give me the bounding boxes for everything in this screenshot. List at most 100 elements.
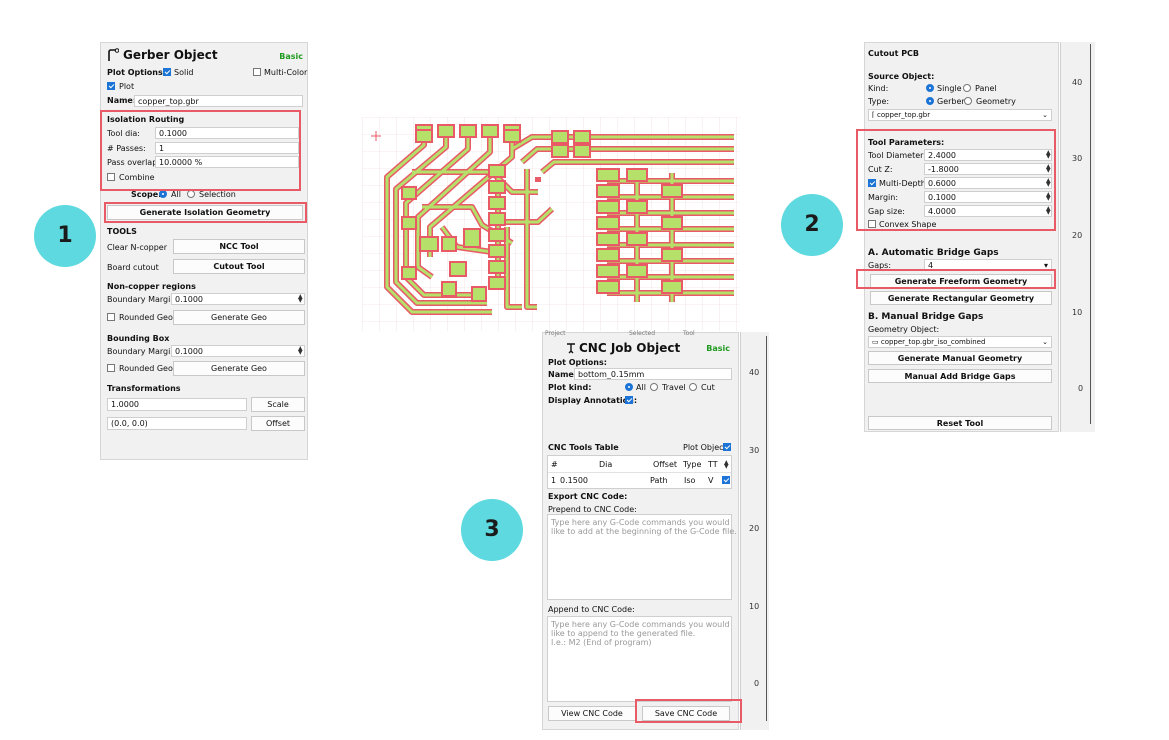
gerber-title: Gerber Object (123, 48, 218, 62)
offset-input[interactable]: (0.0, 0.0) (107, 417, 247, 430)
step-badge-1: 1 (34, 205, 96, 267)
append-label: Append to CNC Code: (548, 605, 635, 614)
plot-kind-all-radio[interactable] (625, 383, 633, 391)
plot-kind-cut-radio[interactable] (689, 383, 697, 391)
display-annotation-checkbox[interactable] (625, 396, 633, 404)
generate-manual-geometry-button[interactable]: Generate Manual Geometry (868, 351, 1052, 365)
view-cnc-code-button[interactable]: View CNC Code (548, 706, 636, 721)
geometry-object-label: Geometry Object: (868, 325, 940, 334)
scope-selection-label: Selection (199, 190, 236, 199)
row-dia: 0.1500 (560, 476, 588, 485)
bbox-margin-input[interactable]: 0.1000 (171, 345, 305, 357)
tab-project[interactable]: Project (545, 330, 566, 337)
reset-tool-button[interactable]: Reset Tool (868, 416, 1052, 430)
cnc-mode-label: Basic (706, 344, 730, 353)
geometry-object-value: copper_top.gbr_iso_combined (880, 338, 986, 346)
ruler-tick: 40 (749, 368, 760, 377)
table-header-dia: Dia (599, 460, 613, 469)
manual-add-bridge-gaps-button[interactable]: Manual Add Bridge Gaps (868, 369, 1052, 383)
kind-single-radio[interactable] (926, 84, 934, 92)
row-tt: V (708, 476, 714, 485)
offset-button[interactable]: Offset (251, 416, 305, 431)
noncopper-margin-input[interactable]: 0.1000 (171, 293, 305, 305)
plot-object-checkbox[interactable] (723, 443, 731, 451)
gerber-object-icon (108, 48, 119, 61)
scope-selection-radio[interactable] (187, 190, 195, 198)
noncopper-boundary-label: Boundary Margin: (107, 295, 179, 304)
plot-checkbox[interactable] (107, 82, 115, 90)
gerber-object-panel: Gerber Object Basic Plot Options: Solid … (100, 42, 308, 460)
cutout-tool-button[interactable]: Cutout Tool (173, 259, 305, 274)
name-label: Name: (107, 96, 137, 105)
tab-selected[interactable]: Selected (629, 330, 655, 337)
tab-tool[interactable]: Tool (683, 330, 695, 337)
ruler-tick: 40 (1072, 78, 1083, 87)
append-textarea[interactable]: Type here any G-Code commands you would … (547, 616, 732, 702)
name-input[interactable]: copper_top.gbr (134, 95, 303, 107)
table-header-offset: Offset (653, 460, 678, 469)
manual-bridge-gaps-header: B. Manual Bridge Gaps (868, 312, 984, 322)
ruler-tick: 10 (749, 602, 760, 611)
noncopper-rounded-checkbox[interactable] (107, 313, 115, 321)
prepend-textarea[interactable]: Type here any G-Code commands you would … (547, 514, 737, 600)
gerber-file-icon: ⌈ (872, 111, 875, 119)
cutout-pcb-panel: Cutout PCB Source Object: Kind: Single P… (864, 42, 1059, 432)
plot-kind-travel-radio[interactable] (650, 383, 658, 391)
cnc-tools-table-label: CNC Tools Table (548, 443, 619, 452)
bbox-rounded-checkbox[interactable] (107, 364, 115, 372)
multicolor-checkbox[interactable] (253, 68, 261, 76)
cnc-title: CNC Job Object (579, 341, 681, 355)
row-type: Iso (684, 476, 696, 485)
kind-panel-radio[interactable] (963, 84, 971, 92)
cutout-canvas-ruler: 40 30 20 10 0 (1060, 42, 1095, 432)
bbox-boundary-label: Boundary Margin: (107, 347, 179, 356)
ruler-tick: 0 (1078, 384, 1084, 393)
scope-all-radio[interactable] (159, 190, 167, 198)
cnc-tools-table: # Dia Offset Type TT ▲ ▼ 1 0.1500 Path Is… (547, 455, 732, 489)
bounding-box-header: Bounding Box (107, 334, 170, 343)
bbox-generate-button[interactable]: Generate Geo (173, 361, 305, 376)
board-cutout-label: Board cutout (107, 263, 159, 272)
plot-object-label: Plot Object (683, 443, 727, 452)
source-object-header: Source Object: (868, 72, 935, 81)
table-header-index: # (551, 460, 558, 469)
type-geometry-radio[interactable] (964, 97, 972, 105)
ruler-axis-line (1090, 44, 1091, 424)
source-object-select[interactable]: ⌈ copper_top.gbr ⌄ (868, 109, 1052, 121)
highlight-generate-freeform (856, 269, 1056, 289)
cnc-plot-options-label: Plot Options: (548, 358, 607, 367)
export-cnc-header: Export CNC Code: (548, 492, 628, 501)
ruler-tick: 20 (1072, 231, 1083, 240)
spinner-arrows-icon[interactable]: ▲ ▼ (298, 346, 303, 356)
scale-input[interactable]: 1.0000 (107, 398, 247, 411)
noncopper-generate-button[interactable]: Generate Geo (173, 310, 305, 325)
prepend-label: Prepend to CNC Code: (548, 505, 637, 514)
type-gerber-radio[interactable] (926, 97, 934, 105)
tools-header: TOOLS (107, 227, 137, 236)
clear-ncopper-label: Clear N-copper (107, 243, 167, 252)
table-row[interactable]: 1 0.1500 Path Iso V (548, 474, 731, 488)
ruler-tick: 10 (1072, 308, 1083, 317)
highlight-save-cnc-code (635, 699, 742, 723)
highlight-generate-isolation (104, 202, 307, 223)
row-plot-checkbox[interactable] (722, 476, 730, 484)
plot-kind-all-label: All (636, 383, 646, 392)
generate-rectangular-button[interactable]: Generate Rectangular Geometry (870, 291, 1052, 305)
geometry-object-select[interactable]: ▭ copper_top.gbr_iso_combined ⌄ (868, 336, 1052, 348)
spinner-arrows-icon[interactable]: ▲ ▼ (298, 294, 303, 304)
prepend-placeholder: Type here any G-Code commands you would … (551, 518, 737, 536)
step-badge-3: 3 (461, 499, 523, 561)
kind-label: Kind: (868, 84, 889, 93)
noncopper-rounded-label: Rounded Geo (119, 313, 173, 322)
pcb-preview-canvas (362, 117, 740, 331)
scope-all-label: All (171, 190, 181, 199)
sort-arrows-icon[interactable]: ▲ ▼ (724, 460, 729, 470)
ncc-tool-button[interactable]: NCC Tool (173, 239, 305, 254)
scale-button[interactable]: Scale (251, 397, 305, 412)
plot-options-label: Plot Options: (107, 68, 166, 77)
table-header-type: Type (683, 460, 702, 469)
append-placeholder: Type here any G-Code commands you would … (551, 620, 730, 647)
solid-checkbox[interactable] (163, 68, 171, 76)
plot-kind-cut-label: Cut (701, 383, 715, 392)
cnc-name-input[interactable]: bottom_0.15mm (574, 368, 732, 380)
